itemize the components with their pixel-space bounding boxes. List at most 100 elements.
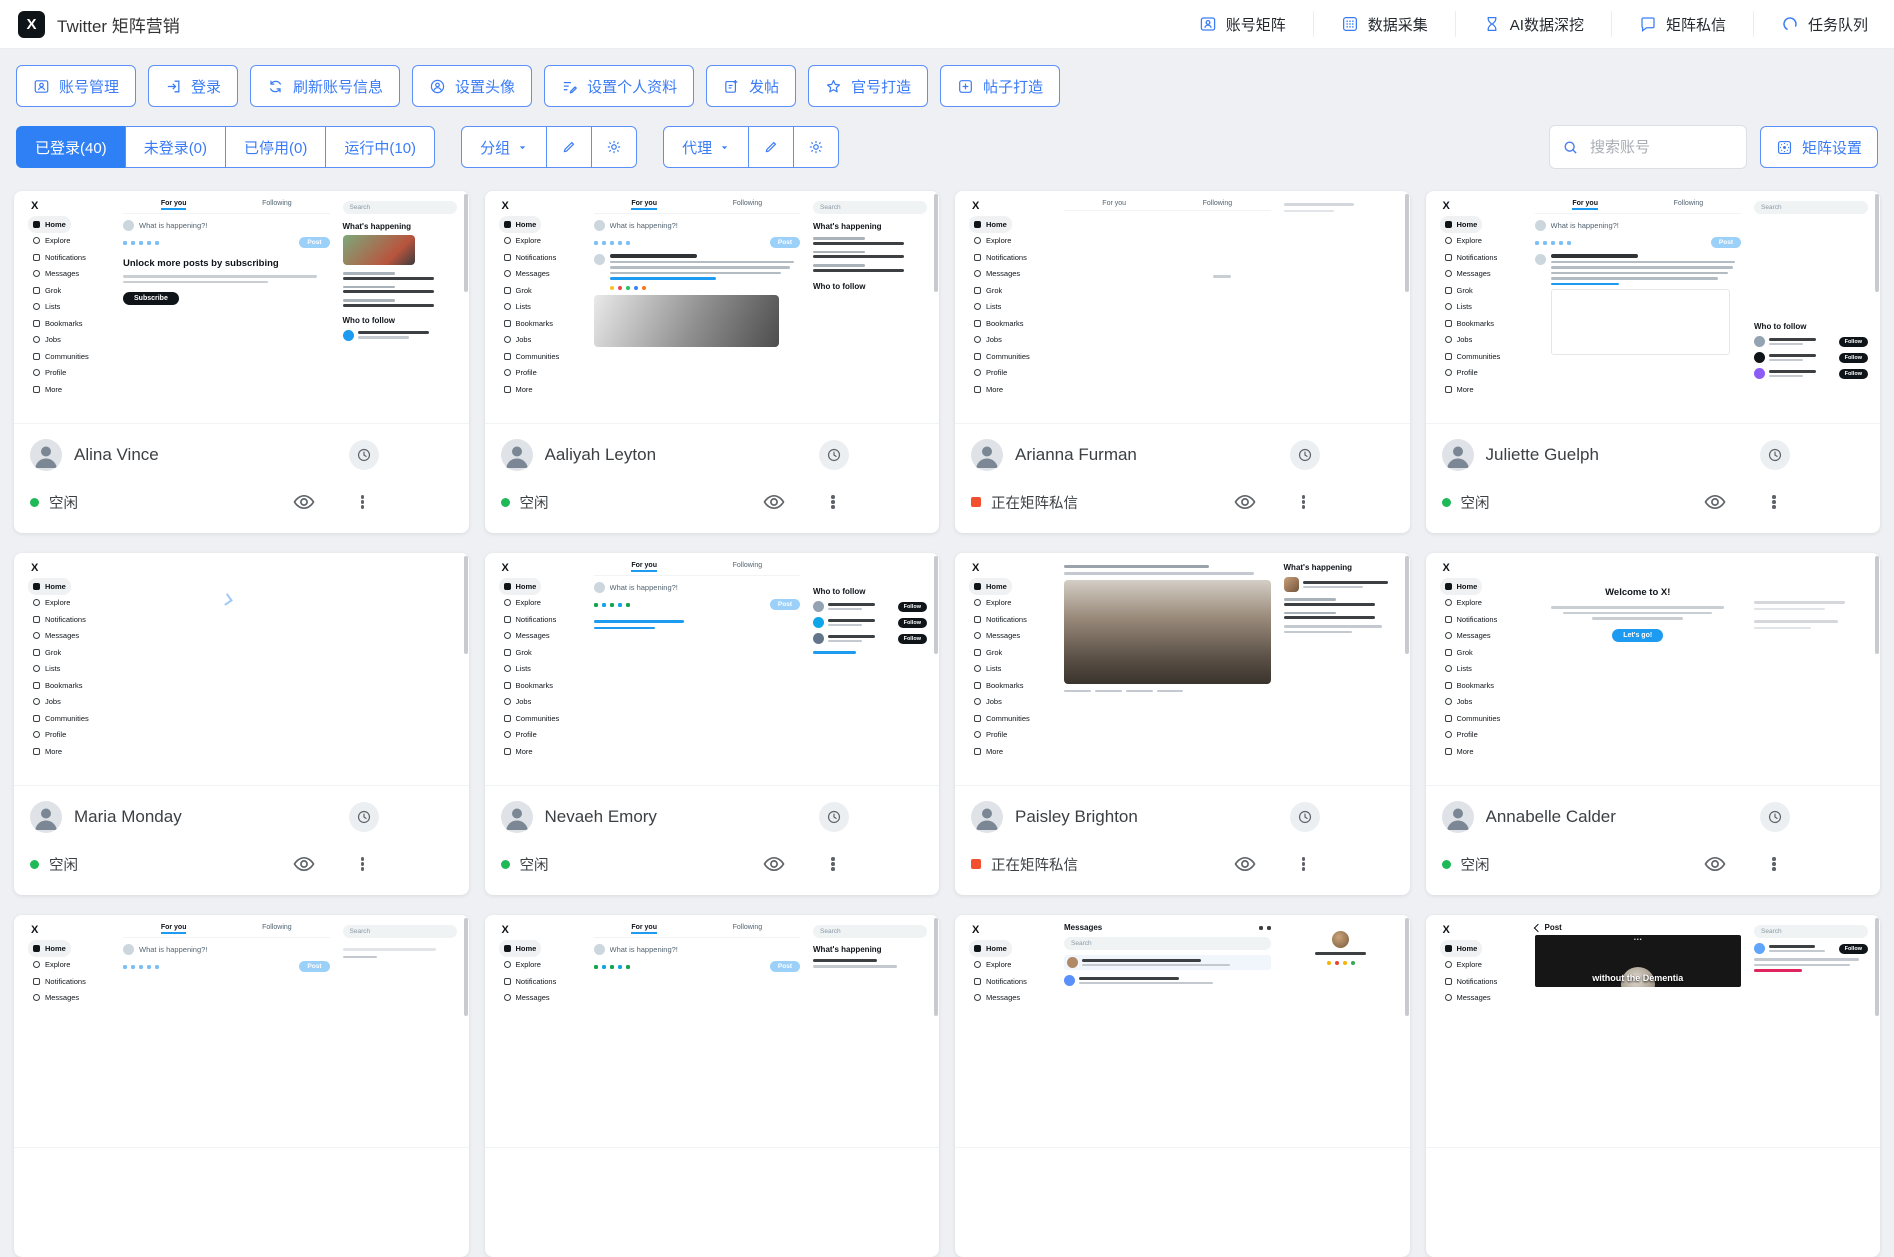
mini-twitter-screenshot: XHomeExploreNotificationsMessagesMessage… bbox=[969, 923, 1398, 1147]
view-button[interactable] bbox=[1232, 851, 1258, 877]
more-menu-button[interactable] bbox=[1764, 489, 1784, 515]
account-screenshot-thumbnail[interactable]: XHomeExploreNotificationsMessagesGrokLis… bbox=[955, 191, 1410, 424]
thumbnail-scrollbar[interactable] bbox=[464, 556, 468, 654]
account-screenshot-thumbnail[interactable]: XHomeExploreNotificationsMessagesPost…wi… bbox=[1426, 915, 1881, 1148]
more-menu-button[interactable] bbox=[1294, 489, 1314, 515]
view-button[interactable] bbox=[761, 851, 787, 877]
group-dropdown[interactable]: 分组 bbox=[461, 126, 547, 168]
thumbnail-scrollbar[interactable] bbox=[934, 556, 938, 654]
thumbnail-scrollbar[interactable] bbox=[934, 194, 938, 292]
tab-not-logged-in[interactable]: 未登录(0) bbox=[125, 126, 226, 168]
thumbnail-scrollbar[interactable] bbox=[1405, 918, 1409, 1016]
account-card-footer: Juliette Guelph空闲 bbox=[1426, 424, 1881, 524]
thumbnail-scrollbar[interactable] bbox=[1875, 556, 1879, 654]
account-screenshot-thumbnail[interactable]: XHomeExploreNotificationsMessagesGrokLis… bbox=[14, 553, 469, 786]
thumbnail-scrollbar[interactable] bbox=[464, 194, 468, 292]
more-menu-button[interactable] bbox=[1294, 851, 1314, 877]
dropdown-label: 代理 bbox=[682, 137, 712, 158]
account-manage-button[interactable]: 账号管理 bbox=[16, 65, 136, 107]
account-screenshot-thumbnail[interactable]: XHomeExploreNotificationsMessagesGrokLis… bbox=[955, 553, 1410, 786]
set-profile-button[interactable]: 设置个人资料 bbox=[544, 65, 694, 107]
schedule-button[interactable] bbox=[349, 440, 379, 470]
schedule-button[interactable] bbox=[1760, 440, 1790, 470]
login-button[interactable]: 登录 bbox=[148, 65, 238, 107]
mini-item-label: Bookmarks bbox=[45, 319, 83, 328]
mini-sidebar-item: Jobs bbox=[969, 694, 1007, 711]
more-menu-button[interactable] bbox=[823, 851, 843, 877]
tab-disabled[interactable]: 已停用(0) bbox=[225, 126, 326, 168]
tab-logged-in[interactable]: 已登录(40) bbox=[16, 126, 126, 168]
mini-avatar bbox=[594, 220, 605, 231]
account-screenshot-thumbnail[interactable]: XHomeExploreNotificationsMessagesGrokLis… bbox=[14, 191, 469, 424]
thumbnail-scrollbar[interactable] bbox=[1405, 556, 1409, 654]
mini-sidebar-item: Grok bbox=[499, 644, 537, 661]
matrix-settings-button[interactable]: 矩阵设置 bbox=[1760, 126, 1878, 168]
proxy-settings-button[interactable] bbox=[793, 126, 839, 168]
refresh-accounts-button[interactable]: 刷新账号信息 bbox=[250, 65, 400, 107]
mini-item-icon bbox=[504, 336, 511, 343]
kebab-icon bbox=[1772, 856, 1776, 873]
schedule-button[interactable] bbox=[819, 802, 849, 832]
text-line bbox=[828, 635, 875, 638]
text-line bbox=[123, 281, 268, 284]
thumbnail-scrollbar[interactable] bbox=[1405, 194, 1409, 292]
group-settings-button[interactable] bbox=[591, 126, 637, 168]
view-button[interactable] bbox=[1702, 489, 1728, 515]
view-button[interactable] bbox=[291, 851, 317, 877]
mini-item-icon bbox=[1445, 583, 1452, 590]
schedule-button[interactable] bbox=[1290, 440, 1320, 470]
more-menu-button[interactable] bbox=[823, 489, 843, 515]
schedule-button[interactable] bbox=[1290, 802, 1320, 832]
thumbnail-scrollbar[interactable] bbox=[464, 918, 468, 1016]
nav-matrix-dm[interactable]: 矩阵私信 bbox=[1611, 11, 1753, 37]
mini-follow-button: Follow bbox=[898, 602, 927, 612]
text-line bbox=[1769, 343, 1803, 346]
search-input[interactable] bbox=[1588, 138, 1734, 157]
account-card-grid: XHomeExploreNotificationsMessagesGrokLis… bbox=[0, 191, 1894, 1257]
mini-composer-icons: Post bbox=[1535, 237, 1742, 248]
view-button[interactable] bbox=[1702, 851, 1728, 877]
more-menu-button[interactable] bbox=[353, 851, 373, 877]
account-screenshot-thumbnail[interactable]: XHomeExploreNotificationsMessagesMessage… bbox=[955, 915, 1410, 1148]
nav-ai-mining[interactable]: AI数据深挖 bbox=[1455, 11, 1611, 37]
post-button[interactable]: 发帖 bbox=[706, 65, 796, 107]
proxy-dropdown[interactable]: 代理 bbox=[663, 126, 749, 168]
tab-running[interactable]: 运行中(10) bbox=[325, 126, 435, 168]
post-builder-button[interactable]: 帖子打造 bbox=[940, 65, 1060, 107]
account-screenshot-thumbnail[interactable]: XHomeExploreNotificationsMessagesGrokLis… bbox=[1426, 553, 1881, 786]
view-button[interactable] bbox=[291, 489, 317, 515]
mini-item-label: Home bbox=[1457, 944, 1478, 953]
account-screenshot-thumbnail[interactable]: XHomeExploreNotificationsMessagesGrokLis… bbox=[1426, 191, 1881, 424]
nav-account-matrix[interactable]: 账号矩阵 bbox=[1172, 11, 1313, 37]
nav-data-collect[interactable]: 数据采集 bbox=[1313, 11, 1455, 37]
mini-avatar bbox=[594, 944, 605, 955]
account-avatar bbox=[971, 801, 1003, 833]
mini-messages-header: Messages bbox=[1064, 923, 1271, 932]
account-screenshot-thumbnail[interactable]: XHomeExploreNotificationsMessagesFor you… bbox=[485, 915, 940, 1148]
mini-emoji-row bbox=[1284, 961, 1398, 965]
refresh-icon bbox=[267, 78, 284, 95]
official-account-button[interactable]: 官号打造 bbox=[808, 65, 928, 107]
more-menu-button[interactable] bbox=[353, 489, 373, 515]
more-menu-button[interactable] bbox=[1764, 851, 1784, 877]
mini-item-label: Jobs bbox=[1457, 697, 1473, 706]
mini-who-to-follow-heading: Who to follow bbox=[343, 316, 457, 325]
thumbnail-scrollbar[interactable] bbox=[1875, 194, 1879, 292]
schedule-button[interactable] bbox=[1760, 802, 1790, 832]
group-edit-button[interactable] bbox=[546, 126, 592, 168]
thumbnail-scrollbar[interactable] bbox=[1875, 918, 1879, 1016]
nav-task-queue[interactable]: 任务队列 bbox=[1753, 11, 1876, 37]
view-button[interactable] bbox=[761, 489, 787, 515]
text-line bbox=[1303, 581, 1389, 584]
view-button[interactable] bbox=[1232, 489, 1258, 515]
schedule-button[interactable] bbox=[819, 440, 849, 470]
proxy-edit-button[interactable] bbox=[748, 126, 794, 168]
set-avatar-button[interactable]: 设置头像 bbox=[412, 65, 532, 107]
account-card: XHomeExploreNotificationsMessagesFor you… bbox=[14, 915, 469, 1257]
account-screenshot-thumbnail[interactable]: XHomeExploreNotificationsMessagesFor you… bbox=[14, 915, 469, 1148]
kebab-icon bbox=[831, 856, 835, 873]
account-screenshot-thumbnail[interactable]: XHomeExploreNotificationsMessagesGrokLis… bbox=[485, 191, 940, 424]
schedule-button[interactable] bbox=[349, 802, 379, 832]
account-screenshot-thumbnail[interactable]: XHomeExploreNotificationsMessagesGrokLis… bbox=[485, 553, 940, 786]
thumbnail-scrollbar[interactable] bbox=[934, 918, 938, 1016]
